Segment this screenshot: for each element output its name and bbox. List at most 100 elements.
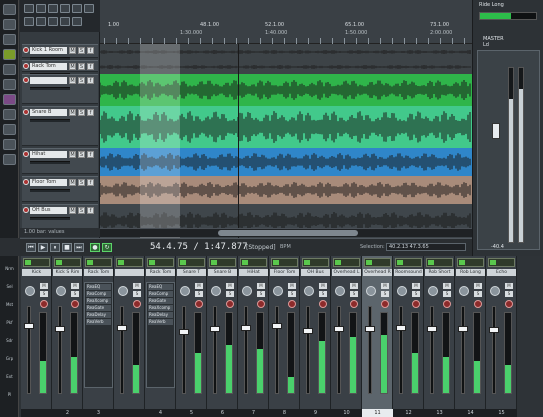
track-name[interactable]: Hihat bbox=[30, 151, 67, 158]
arrange-view[interactable] bbox=[100, 44, 472, 238]
fader-track[interactable] bbox=[306, 306, 310, 394]
pan-knob[interactable] bbox=[397, 286, 407, 296]
snap-icon[interactable] bbox=[3, 34, 16, 45]
volume-fader[interactable] bbox=[365, 326, 375, 333]
fx-item[interactable]: ReaGate bbox=[148, 298, 173, 304]
mute-button[interactable]: M bbox=[69, 179, 76, 186]
volume-slider[interactable] bbox=[30, 119, 70, 122]
mute-button[interactable]: M bbox=[71, 283, 79, 289]
volume-fader[interactable] bbox=[24, 323, 34, 330]
strip-name[interactable]: OH Bus bbox=[301, 269, 330, 276]
fx-item[interactable]: ReaXcomp bbox=[148, 305, 173, 311]
volume-slider[interactable] bbox=[30, 87, 70, 90]
grid-toggle-icon[interactable] bbox=[36, 17, 46, 26]
pan-knob[interactable] bbox=[56, 286, 66, 296]
track-name[interactable] bbox=[30, 77, 67, 84]
io-button[interactable] bbox=[302, 258, 329, 267]
mute-button[interactable]: M bbox=[226, 283, 234, 289]
mixer-strip[interactable]: Overhead L M S 10 bbox=[331, 256, 362, 417]
new-project-icon[interactable] bbox=[24, 4, 34, 13]
mixer-side-label[interactable]: Pl bbox=[1, 392, 18, 397]
mute-button[interactable]: M bbox=[412, 283, 420, 289]
mute-button[interactable]: M bbox=[69, 151, 76, 158]
redo-icon[interactable] bbox=[72, 4, 82, 13]
play-icon[interactable]: ▶ bbox=[38, 243, 48, 252]
io-button[interactable] bbox=[147, 258, 174, 267]
mute-button[interactable]: M bbox=[381, 283, 389, 289]
solo-button[interactable]: S bbox=[78, 109, 85, 116]
fx-item[interactable]: ReaVerb bbox=[86, 319, 111, 325]
record-arm-icon[interactable] bbox=[23, 63, 29, 69]
metronome-icon[interactable] bbox=[3, 139, 16, 150]
solo-button[interactable]: S bbox=[412, 291, 420, 297]
record-arm-icon[interactable] bbox=[443, 300, 451, 308]
strip-name[interactable] bbox=[115, 269, 144, 276]
mixer-strip[interactable]: MS bbox=[114, 256, 145, 417]
strip-name[interactable]: HiHat bbox=[239, 269, 268, 276]
mixer-strip[interactable]: Overhead R M S 11 bbox=[362, 256, 393, 417]
record-arm-icon[interactable] bbox=[195, 300, 203, 308]
fx-item[interactable]: ReaDelay bbox=[148, 312, 173, 318]
track-header[interactable]: Kick 1 Room M Sf bbox=[22, 44, 98, 60]
fx-item[interactable]: ReaXcomp bbox=[86, 298, 111, 304]
mute-button[interactable]: M bbox=[350, 283, 358, 289]
metronome-toggle-icon[interactable] bbox=[84, 4, 94, 13]
volume-fader[interactable] bbox=[489, 327, 499, 334]
record-arm-icon[interactable] bbox=[226, 300, 234, 308]
pan-knob[interactable] bbox=[304, 286, 314, 296]
mute-button[interactable]: M bbox=[257, 283, 265, 289]
fader-track[interactable] bbox=[368, 306, 372, 394]
pan-knob[interactable] bbox=[180, 286, 190, 296]
fx-list[interactable]: ReaEQ ReaComp ReaXcomp ReaGate ReaDelay ReaVe… bbox=[84, 282, 113, 388]
fader-track[interactable] bbox=[399, 306, 403, 394]
solo-button[interactable]: S bbox=[133, 291, 141, 297]
mute-button[interactable]: M bbox=[133, 283, 141, 289]
mixer-strip[interactable]: Rack Tom ReaEQ ReaComp ReaXcomp ReaGate ReaDe… bbox=[83, 256, 114, 417]
volume-fader[interactable] bbox=[427, 325, 437, 332]
solo-button[interactable]: S bbox=[78, 207, 85, 214]
ripple-icon[interactable] bbox=[3, 49, 16, 60]
mute-button[interactable]: M bbox=[69, 109, 76, 116]
mute-button[interactable]: M bbox=[69, 77, 76, 84]
io-button[interactable] bbox=[178, 258, 205, 267]
record-arm-icon[interactable] bbox=[23, 77, 29, 83]
track-name[interactable]: Kick 1 Room bbox=[30, 47, 67, 54]
volume-fader[interactable] bbox=[117, 324, 127, 331]
snap-toggle-icon[interactable] bbox=[24, 17, 34, 26]
solo-button[interactable]: S bbox=[257, 291, 265, 297]
mute-button[interactable]: M bbox=[288, 283, 296, 289]
fader-track[interactable] bbox=[213, 306, 217, 394]
track-name[interactable]: Rack Tom bbox=[30, 63, 67, 70]
mixer-strip[interactable]: Snare B MS 6 bbox=[207, 256, 238, 417]
io-button[interactable] bbox=[271, 258, 298, 267]
solo-button[interactable]: S bbox=[78, 151, 85, 158]
io-button[interactable] bbox=[364, 258, 391, 267]
pan-knob[interactable] bbox=[211, 286, 221, 296]
solo-button[interactable]: S bbox=[319, 291, 327, 297]
fx-item[interactable]: ReaEQ bbox=[86, 284, 111, 290]
volume-fader[interactable] bbox=[210, 326, 220, 333]
record-arm-icon[interactable] bbox=[71, 300, 79, 308]
mixer-strip[interactable]: OH Bus M S 9 bbox=[300, 256, 331, 417]
mute-button[interactable]: M bbox=[69, 63, 76, 70]
save-project-icon[interactable] bbox=[48, 4, 58, 13]
solo-button[interactable]: S bbox=[78, 77, 85, 84]
pan-knob[interactable] bbox=[366, 286, 376, 296]
mixer-side-label[interactable]: Sdr bbox=[1, 338, 18, 343]
solo-button[interactable]: S bbox=[350, 291, 358, 297]
record-arm-icon[interactable] bbox=[23, 179, 29, 185]
mixer-strip[interactable]: Rob Long M S 14 bbox=[455, 256, 486, 417]
pan-knob[interactable] bbox=[335, 286, 345, 296]
strip-name[interactable]: Rack Tom bbox=[84, 269, 113, 276]
mute-button[interactable]: M bbox=[40, 283, 48, 289]
mute-button[interactable]: M bbox=[443, 283, 451, 289]
io-button[interactable] bbox=[116, 258, 143, 267]
mixer-strip[interactable]: Rack Tom ReaEQ ReaComp ReaGate ReaXcomp ReaDe… bbox=[145, 256, 176, 417]
mixer-side-label[interactable]: Ext bbox=[1, 374, 18, 379]
mixer-side-label[interactable]: Grp bbox=[1, 356, 18, 361]
strip-name[interactable]: Snare B bbox=[208, 269, 237, 276]
stop-icon[interactable]: ■ bbox=[62, 243, 72, 252]
solo-button[interactable]: S bbox=[505, 291, 513, 297]
strip-name[interactable]: Snare T bbox=[177, 269, 206, 276]
strip-name[interactable]: Rob Long bbox=[456, 269, 485, 276]
